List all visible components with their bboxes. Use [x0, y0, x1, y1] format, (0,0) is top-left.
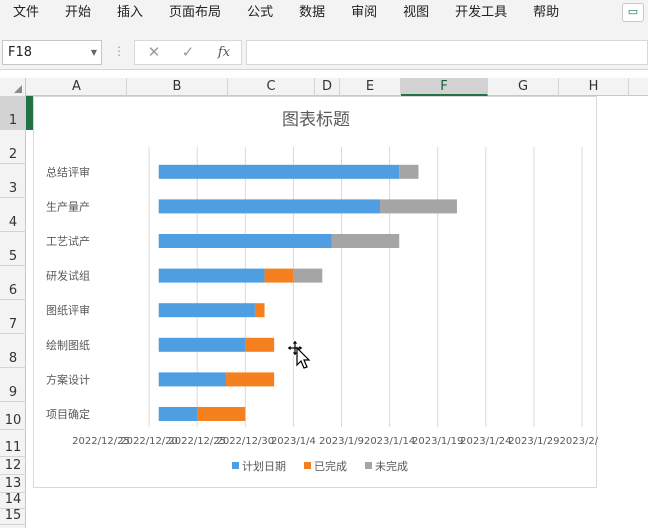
row-header-11[interactable]: 11	[0, 430, 26, 457]
x-tick-label: 2023/1/24	[460, 436, 511, 447]
formula-buttons: ✕ ✓ fx	[134, 40, 242, 65]
bar-plan	[158, 234, 332, 248]
x-tick-label: 2023/1/29	[508, 436, 559, 447]
x-tick-label: 2023/2/3	[560, 436, 598, 447]
menu-item[interactable]: 帮助	[520, 0, 572, 27]
row-header-9[interactable]: 9	[0, 368, 26, 402]
comment-icon[interactable]: ▭	[622, 3, 644, 22]
bar-plan	[158, 164, 400, 179]
bar-done	[264, 268, 294, 283]
row-header-5[interactable]: 5	[0, 232, 26, 266]
menu-item[interactable]: 开始	[52, 0, 104, 27]
gantt-chart[interactable]: 图表标题项目确定 方案设计 绘制图纸 图纸评审 研发试组 工艺试产 生产量产 总结评审 2022…	[33, 96, 648, 488]
bar-done	[226, 372, 275, 387]
name-box[interactable]: F18 ▼	[2, 40, 102, 65]
column-headers: ABCDEFGH	[0, 78, 648, 96]
legend-swatch	[304, 462, 311, 469]
menu-bar: 文件 开始 插入 页面布局 公式 数据 审阅 视图 开发工具 帮助	[0, 0, 648, 27]
legend-label: 已完成	[314, 459, 347, 473]
column-header-d[interactable]: D	[315, 78, 340, 96]
cancel-icon[interactable]: ✕	[139, 43, 169, 61]
column-header-b[interactable]: B	[127, 78, 228, 96]
row-header-15[interactable]: 15	[0, 508, 26, 525]
category-label: 方案设计	[46, 372, 90, 386]
move-cursor-icon	[287, 339, 311, 369]
bar-plan	[158, 337, 246, 352]
bar-plan	[158, 372, 227, 387]
category-label: 工艺试产	[46, 234, 90, 248]
menu-item[interactable]: 公式	[234, 0, 286, 27]
bar-plan	[158, 199, 380, 214]
bar-done	[197, 407, 246, 421]
row-headers: 1 2 3 4 5 6 7 8 9 10 11 12 13 14 15	[0, 96, 26, 528]
x-tick-label: 2023/1/19	[412, 436, 463, 447]
formula-input[interactable]	[246, 40, 648, 65]
category-label: 研发试组	[46, 269, 90, 283]
legend-swatch	[232, 462, 239, 469]
bar-plan	[158, 268, 265, 283]
row-header-13[interactable]: 13	[0, 475, 26, 493]
x-tick-label: 2023/1/14	[364, 436, 415, 447]
bar-todo	[379, 199, 457, 214]
x-tick-label: 2023/1/9	[319, 436, 364, 447]
legend-label: 计划日期	[242, 460, 286, 473]
enter-icon[interactable]: ✓	[173, 43, 203, 61]
row-header-14[interactable]: 14	[0, 492, 26, 509]
column-header-e[interactable]: E	[340, 78, 401, 96]
chevron-down-icon[interactable]: ▼	[91, 41, 97, 64]
category-label: 绘制图纸	[46, 338, 90, 352]
menu-item[interactable]: 页面布局	[156, 0, 234, 27]
column-header-f[interactable]: F	[401, 78, 488, 96]
bar-todo	[399, 164, 419, 179]
chart-svg: 图表标题项目确定 方案设计 绘制图纸 图纸评审 研发试组 工艺试产 生产量产 总结评审 2022…	[46, 110, 648, 473]
row-header-2[interactable]: 2	[0, 130, 26, 164]
select-all-button[interactable]	[0, 78, 26, 96]
menu-item[interactable]: 文件	[0, 0, 52, 27]
legend-swatch	[365, 462, 372, 469]
menu-item[interactable]: 开发工具	[442, 0, 520, 27]
category-label: 图纸评审	[46, 303, 90, 317]
column-header-g[interactable]: G	[488, 78, 559, 96]
row-header-12[interactable]: 12	[0, 457, 26, 475]
row-header-7[interactable]: 7	[0, 300, 26, 334]
formula-bar: F18 ▼ ⋮ ✕ ✓ fx	[0, 36, 648, 70]
x-tick-label: 2022/12/30	[216, 436, 274, 447]
column-header-c[interactable]: C	[228, 78, 315, 96]
row-header-6[interactable]: 6	[0, 266, 26, 300]
bar-todo	[293, 268, 323, 283]
legend-label: 未完成	[375, 459, 408, 473]
bar-plan	[158, 407, 198, 421]
bar-plan	[158, 303, 255, 318]
category-label: 项目确定	[46, 407, 90, 421]
row-header-10[interactable]: 10	[0, 402, 26, 430]
bar-done	[254, 303, 265, 318]
x-tick-label: 2023/1/4	[271, 436, 316, 447]
column-header-h[interactable]: H	[559, 78, 629, 96]
category-label: 总结评审	[46, 165, 90, 179]
row-header-3[interactable]: 3	[0, 164, 26, 198]
ribbon-collapsed-strip	[0, 27, 648, 36]
column-header-a[interactable]: A	[27, 78, 127, 96]
bar-done	[245, 337, 275, 352]
category-label: 生产量产	[46, 199, 90, 213]
row-header-1[interactable]: 1	[0, 96, 26, 130]
insert-function-icon[interactable]: fx	[209, 45, 239, 60]
menu-item[interactable]: 审阅	[338, 0, 390, 27]
more-options-icon[interactable]: ⋮	[113, 44, 125, 58]
row-header-8[interactable]: 8	[0, 334, 26, 368]
bar-todo	[331, 234, 400, 248]
row-header-4[interactable]: 4	[0, 198, 26, 232]
menu-item[interactable]: 视图	[390, 0, 442, 27]
menu-item[interactable]: 数据	[286, 0, 338, 27]
chart-title: 图表标题	[282, 110, 350, 130]
name-box-value: F18	[8, 45, 33, 60]
menu-item[interactable]: 插入	[104, 0, 156, 27]
